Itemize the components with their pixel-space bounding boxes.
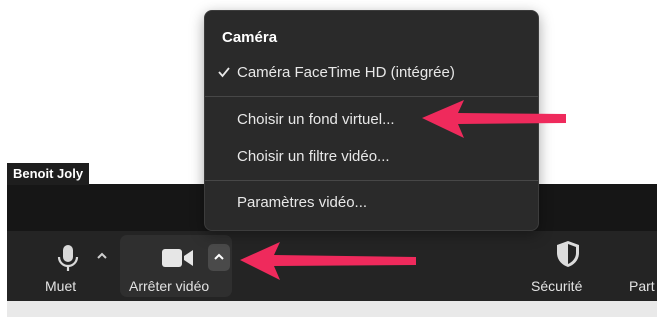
stop-video-label: Arrêter vidéo [129,278,210,294]
shield-icon[interactable] [555,239,581,269]
menu-item-video-filter[interactable]: Choisir un filtre vidéo... [237,148,390,165]
participants-label[interactable]: Part [629,278,655,294]
stop-video-button[interactable]: Arrêter vidéo [120,235,232,297]
checkmark-icon [218,67,230,78]
chevron-up-icon [214,253,224,260]
arrow-annotation [422,100,566,138]
microphone-icon[interactable] [53,243,83,273]
security-label[interactable]: Sécurité [531,278,582,294]
menu-item-video-settings[interactable]: Paramètres vidéo... [237,194,367,211]
video-options-button[interactable] [208,244,230,271]
participant-name-tag: Benoit Joly [7,163,90,185]
bottom-strip [7,301,657,317]
arrow-annotation [240,242,416,280]
chevron-up-icon[interactable] [91,245,113,267]
menu-item-virtual-background[interactable]: Choisir un fond virtuel... [237,111,395,128]
video-camera-icon [162,249,193,267]
mute-label[interactable]: Muet [45,278,76,294]
menu-title: Caméra [222,29,278,46]
menu-item-facetime-camera[interactable]: Caméra FaceTime HD (intégrée) [237,64,455,81]
menu-separator [205,180,538,181]
